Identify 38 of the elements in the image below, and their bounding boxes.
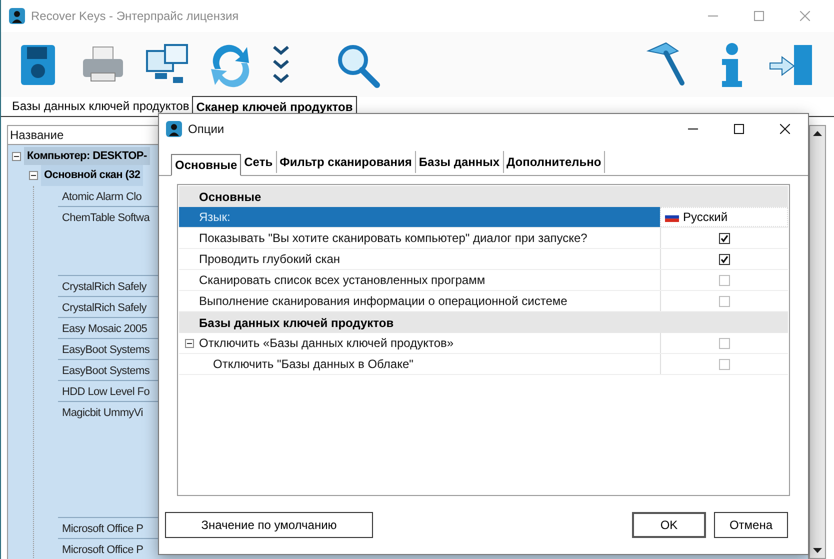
collapse-toggle[interactable] bbox=[12, 152, 21, 160]
checkbox[interactable] bbox=[719, 254, 730, 264]
option-label: Язык: bbox=[199, 209, 230, 226]
maximize-icon bbox=[734, 124, 744, 134]
checkbox[interactable] bbox=[719, 338, 730, 348]
option-label: Проводить глубокий скан bbox=[199, 251, 340, 268]
option-label: Отключить «Базы данных ключей продуктов» bbox=[199, 335, 454, 352]
collapse-toggle[interactable] bbox=[29, 171, 38, 180]
cancel-button[interactable]: Отмена bbox=[714, 512, 788, 538]
scrollbar[interactable] bbox=[809, 125, 826, 559]
tab[interactable]: Базы данных bbox=[416, 151, 504, 173]
section-header: Базы данных ключей продуктов bbox=[199, 314, 394, 332]
option-label: Сканировать список всех установленных программ bbox=[199, 272, 486, 289]
tab[interactable]: Основные bbox=[171, 154, 242, 176]
maximize-icon bbox=[754, 11, 764, 21]
close-icon bbox=[800, 11, 810, 21]
window-title: Recover Keys - Энтерпрайс лицензия bbox=[31, 8, 239, 25]
option-label: Показывать "Вы хотите сканировать компьютер" диалог при запуске? bbox=[199, 230, 588, 247]
ok-button[interactable]: OK bbox=[632, 512, 706, 538]
tree-node[interactable]: Компьютер: DESKTOP- bbox=[24, 147, 150, 165]
tab[interactable]: Дополнительно bbox=[504, 151, 606, 173]
section-header: Основные bbox=[199, 188, 262, 206]
checkbox[interactable] bbox=[719, 232, 730, 244]
tab[interactable]: Фильтр сканирования bbox=[276, 151, 416, 173]
tree-node[interactable]: Основной скан (32 bbox=[41, 165, 144, 186]
option-label: Отключить "Базы данных в Облаке" bbox=[212, 356, 414, 373]
tab[interactable]: Сеть bbox=[241, 151, 277, 173]
checkbox[interactable] bbox=[719, 274, 730, 286]
option-label: Выполнение сканирования информации о операционной системе bbox=[199, 293, 568, 310]
checkbox[interactable] bbox=[719, 296, 730, 306]
collapse-toggle[interactable] bbox=[184, 338, 194, 348]
dialog-title: Опции bbox=[188, 121, 224, 138]
tab[interactable]: Базы данных ключей продуктов bbox=[9, 96, 192, 116]
app-icon bbox=[166, 121, 182, 137]
app-icon bbox=[9, 8, 25, 24]
default-button[interactable]: Значение по умолчанию bbox=[165, 512, 373, 538]
checkbox[interactable] bbox=[719, 358, 730, 370]
close-icon bbox=[780, 124, 790, 134]
